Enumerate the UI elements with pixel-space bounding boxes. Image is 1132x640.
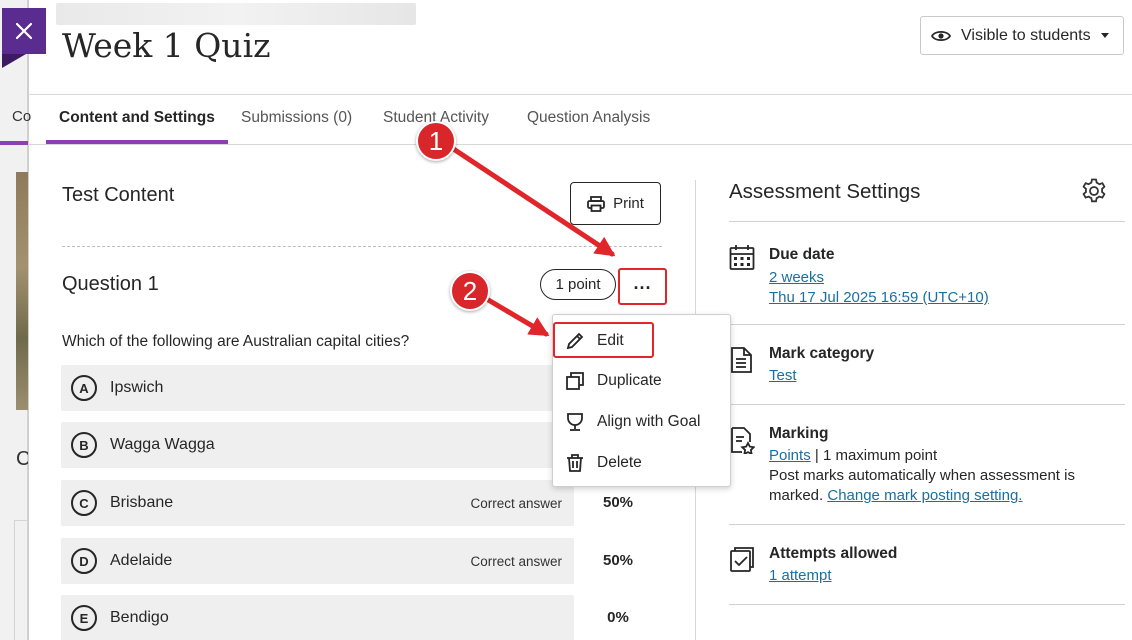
active-tab-indicator (46, 140, 228, 144)
assessment-settings-title: Assessment Settings (729, 180, 921, 203)
due-date-relative-link[interactable]: 2 weeks (769, 269, 824, 286)
breadcrumb-blurred (56, 3, 416, 25)
duplicate-icon (566, 372, 584, 390)
max-points-text: 1 maximum point (822, 447, 938, 464)
background-tab-underline (0, 141, 28, 145)
settings-separator (729, 604, 1125, 605)
post-marks-text-2: marked. (769, 487, 828, 504)
tab-question-analysis[interactable]: Question Analysis (527, 109, 650, 127)
change-mark-posting-link[interactable]: Change mark posting setting. (827, 487, 1022, 504)
answer-text: Adelaide (110, 552, 173, 569)
answer-text: Wagga Wagga (110, 436, 215, 453)
question-title: Question 1 (62, 273, 159, 295)
dashed-separator (62, 246, 662, 247)
goal-icon (567, 413, 583, 431)
close-button[interactable] (2, 8, 46, 54)
marking-points-row: Points | 1 maximum point (769, 447, 937, 464)
close-button-ribbon (2, 54, 26, 68)
points-separator: | (810, 447, 823, 464)
close-icon (15, 22, 33, 40)
answer-percentage: 0% (607, 609, 629, 626)
print-label: Print (613, 195, 644, 212)
annotation-badge-1: 1 (416, 121, 456, 161)
post-marks-row: marked. Change mark posting setting. (769, 487, 1022, 504)
due-date-label: Due date (769, 246, 835, 263)
printer-icon (587, 195, 605, 212)
edit-highlight-box (553, 322, 654, 358)
marking-label: Marking (769, 425, 829, 442)
attempts-label: Attempts allowed (769, 545, 898, 562)
menu-item-align-with-goal[interactable]: Align with Goal (553, 402, 730, 442)
post-marks-text: Post marks automatically when assessment… (769, 467, 1075, 484)
tab-submissions[interactable]: Submissions (0) (241, 109, 352, 127)
background-card-edge (14, 520, 28, 640)
calendar-icon (729, 245, 755, 270)
attempts-link[interactable]: 1 attempt (769, 567, 832, 584)
annotation-badge-2: 2 (450, 271, 490, 311)
tabs-top-border (28, 94, 1132, 95)
eye-icon (931, 30, 951, 41)
answer-option: D Adelaide Correct answer (61, 538, 574, 584)
due-date-link[interactable]: Thu 17 Jul 2025 16:59 (UTC+10) (769, 289, 989, 306)
menu-item-label: Duplicate (597, 372, 662, 389)
visibility-label: Visible to students (961, 26, 1091, 44)
answer-option: B Wagga Wagga (61, 422, 574, 468)
correct-answer-label: Correct answer (470, 553, 562, 569)
marking-icon (731, 427, 755, 454)
answer-text: Bendigo (110, 609, 169, 626)
menu-item-duplicate[interactable]: Duplicate (553, 361, 730, 401)
ellipsis-icon: ... (633, 272, 652, 293)
tab-content-and-settings[interactable]: Content and Settings (59, 109, 215, 127)
tabs-bottom-border (28, 144, 1132, 145)
question-text: Which of the following are Australian ca… (62, 333, 410, 350)
mark-category-link[interactable]: Test (769, 367, 797, 384)
answer-option: E Bendigo (61, 595, 574, 640)
menu-item-label: Delete (597, 454, 642, 471)
chevron-down-icon (1100, 33, 1109, 38)
background-tab-fragment: Co (12, 108, 32, 125)
points-badge[interactable]: 1 point (540, 269, 616, 300)
settings-separator (729, 524, 1125, 525)
answer-text: Ipswich (110, 379, 164, 396)
trash-icon (567, 454, 583, 472)
page-title: Week 1 Quiz (62, 26, 271, 65)
more-options-button[interactable]: ... (618, 268, 667, 305)
answer-option: C Brisbane Correct answer (61, 480, 574, 526)
correct-answer-label: Correct answer (470, 495, 562, 511)
answer-letter: E (71, 605, 97, 631)
document-icon (731, 347, 752, 373)
menu-item-label: Align with Goal (597, 413, 701, 430)
answer-letter: A (71, 375, 97, 401)
answer-letter: D (71, 548, 97, 574)
answer-letter: B (71, 432, 97, 458)
points-link[interactable]: Points (769, 447, 811, 464)
visibility-dropdown[interactable]: Visible to students (920, 16, 1124, 55)
answer-letter: C (71, 490, 97, 516)
settings-separator (729, 404, 1125, 405)
gear-icon[interactable] (1080, 177, 1108, 205)
print-button[interactable]: Print (570, 182, 661, 225)
test-content-title: Test Content (62, 184, 175, 206)
answer-percentage: 50% (602, 552, 634, 569)
answer-text: Brisbane (110, 494, 174, 511)
answer-percentage: 50% (602, 494, 634, 511)
settings-separator (729, 221, 1125, 222)
settings-separator (729, 324, 1125, 325)
menu-item-delete[interactable]: Delete (553, 443, 730, 483)
mark-category-label: Mark category (769, 345, 875, 362)
answer-option: A Ipswich (61, 365, 574, 411)
attempts-icon (730, 547, 754, 572)
